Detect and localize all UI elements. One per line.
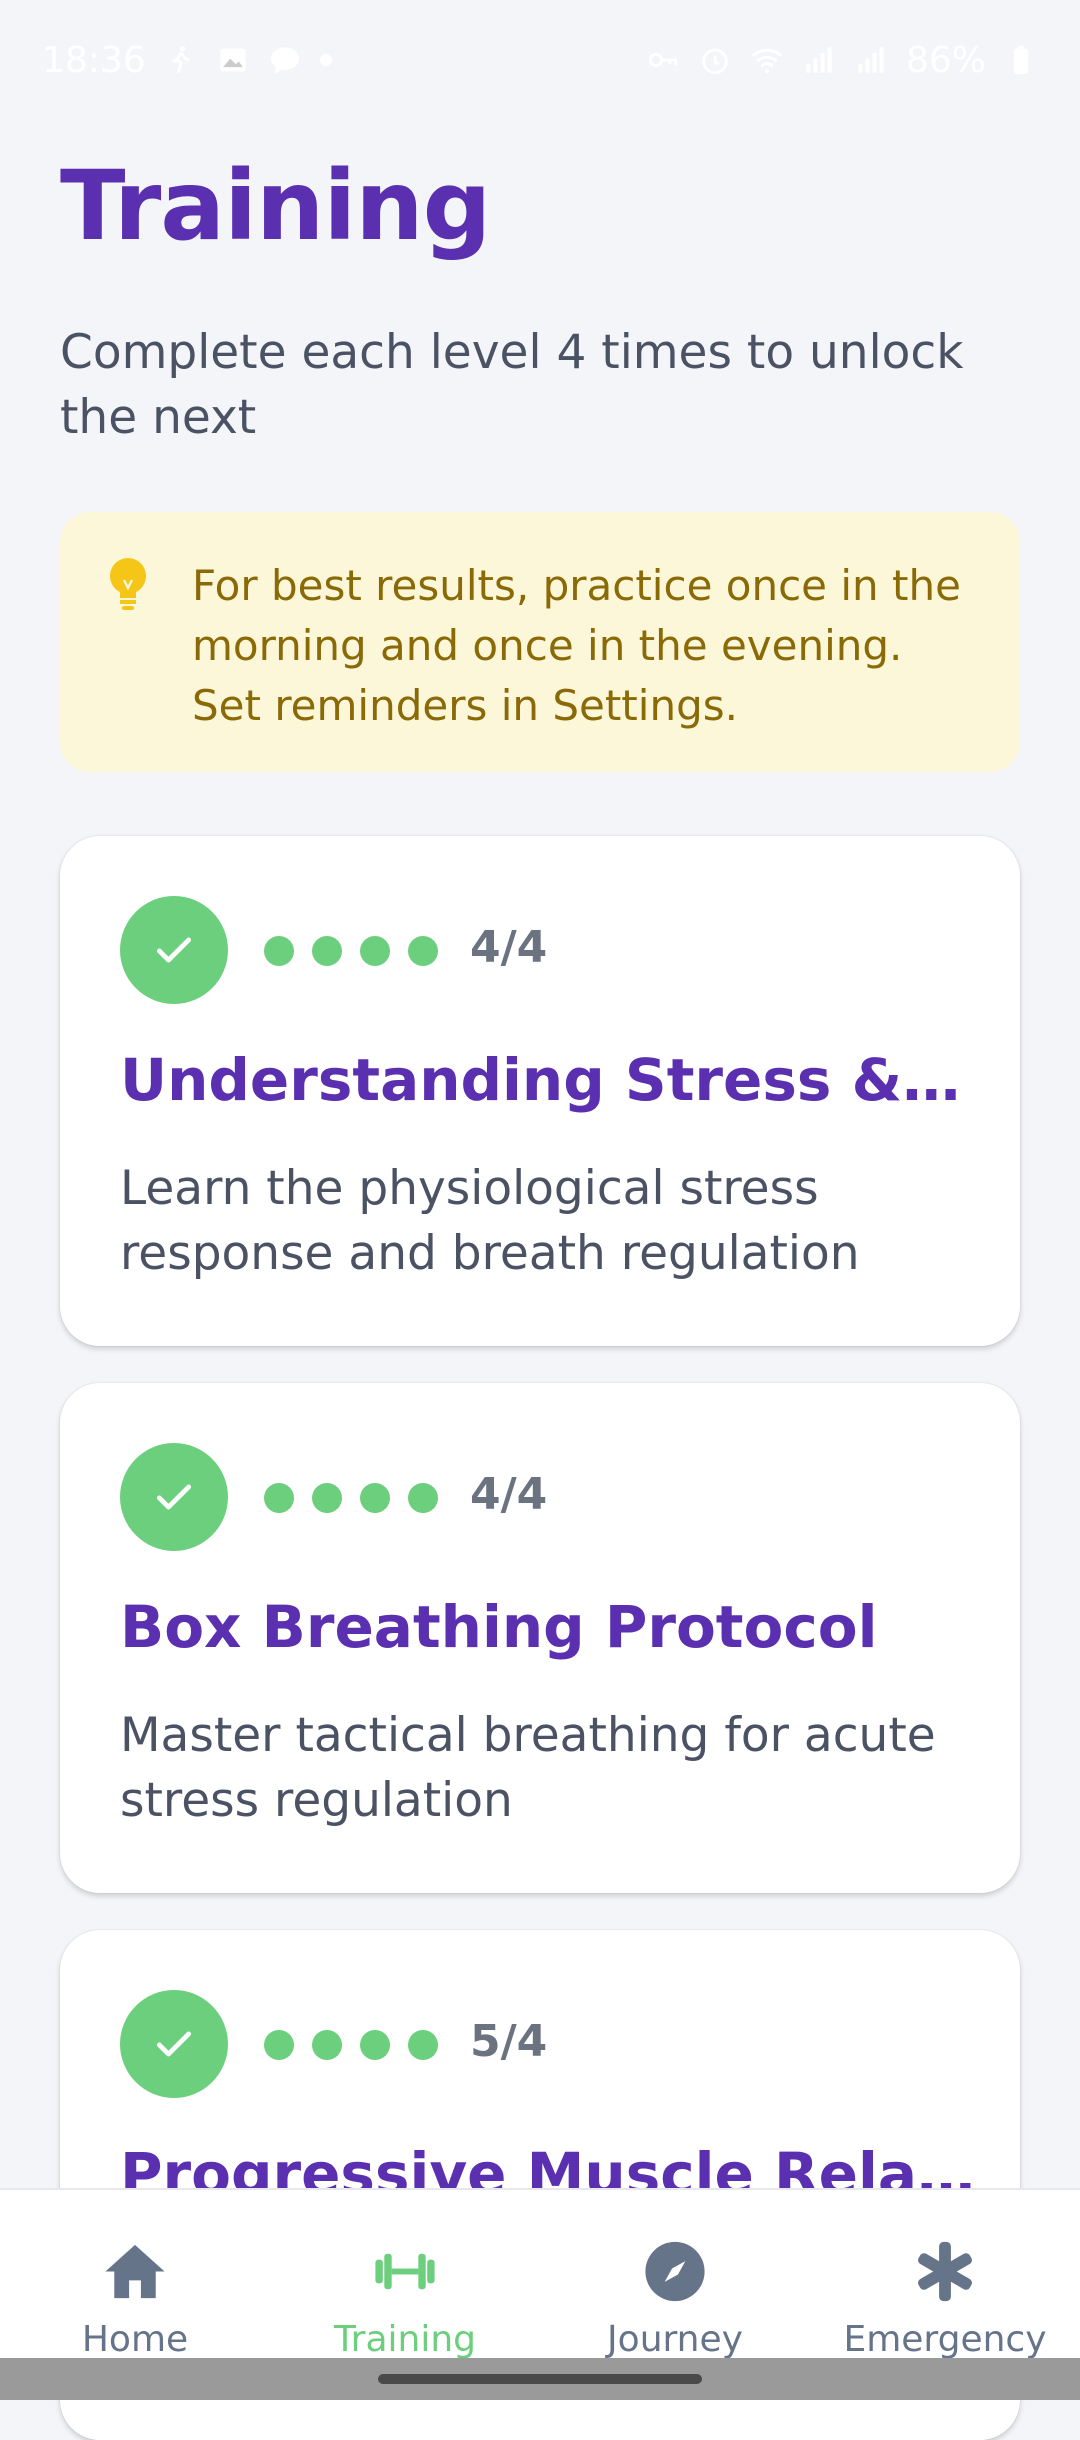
progress-dot: [312, 936, 342, 966]
progress-dot: [360, 2030, 390, 2060]
progress-count: 4/4: [470, 1469, 548, 1520]
nav-label: Training: [333, 2319, 477, 2360]
asterisk-icon: [918, 2241, 972, 2302]
progress-dot: [264, 1483, 294, 1513]
battery-percent: 86%: [905, 39, 986, 81]
lightbulb-icon: [110, 558, 146, 610]
chat-icon: [270, 47, 299, 75]
nav-item-emergency[interactable]: Emergency: [810, 2190, 1080, 2360]
walk-icon: [171, 45, 190, 74]
status-bar: 18:36 86%: [0, 0, 1080, 120]
dumbbell-icon: [375, 2253, 435, 2290]
level-title: Box Breathing Protocol: [120, 1593, 878, 1661]
nav-item-journey[interactable]: Journey: [540, 2190, 810, 2360]
status-time: 18:36: [42, 39, 146, 81]
wifi-icon: [751, 48, 783, 74]
progress-count: 5/4: [470, 2016, 548, 2067]
level-card[interactable]: 4/4 Understanding Stress & Breathing Lea…: [60, 836, 1020, 1346]
home-icon: [105, 2244, 165, 2299]
progress-dots: [264, 936, 438, 966]
progress-count: 4/4: [470, 922, 548, 973]
completed-check-badge: [120, 896, 228, 1004]
progress-dot: [408, 2030, 438, 2060]
signal-icon-1: [806, 47, 832, 73]
level-description: Master tactical breathing for acute stre…: [120, 1708, 936, 1828]
progress-dots: [264, 2030, 438, 2060]
progress-dot: [312, 1483, 342, 1513]
gesture-handle[interactable]: [378, 2374, 702, 2384]
bottom-nav: Home Training Journey Emergency: [0, 2188, 1080, 2360]
level-title: Understanding Stress & Breathing: [120, 1046, 980, 1114]
page-title: Training: [60, 150, 491, 262]
image-icon: [220, 48, 246, 72]
key-icon: [648, 52, 678, 68]
progress-dots: [264, 1483, 438, 1513]
check-icon: [156, 2031, 192, 2057]
page-subtitle: Complete each level 4 times to unlock th…: [60, 325, 964, 445]
progress-dot: [408, 936, 438, 966]
tip-banner: For best results, practice once in the m…: [60, 512, 1020, 772]
nav-label: Emergency: [843, 2319, 1047, 2360]
progress-dot: [360, 936, 390, 966]
completed-check-badge: [120, 1443, 228, 1551]
dot-icon: [319, 54, 332, 66]
progress-dot: [408, 1483, 438, 1513]
battery-icon: [1013, 45, 1029, 75]
nav-item-training[interactable]: Training: [270, 2190, 540, 2360]
nav-label: Home: [81, 2319, 189, 2360]
compass-icon: [645, 2241, 705, 2302]
tip-text: For best results, practice once in the m…: [192, 561, 961, 730]
progress-dot: [264, 936, 294, 966]
completed-check-badge: [120, 1990, 228, 2098]
status-bar-right: 86%: [646, 40, 1038, 81]
level-card[interactable]: 4/4 Box Breathing Protocol Master tactic…: [60, 1383, 1020, 1893]
nav-label: Journey: [607, 2319, 743, 2360]
status-bar-left: 18:36: [42, 40, 332, 81]
level-description: Learn the physiological stress response …: [120, 1161, 860, 1281]
signal-icon-2: [858, 47, 884, 73]
check-icon: [156, 937, 192, 963]
gesture-bar: [0, 2358, 1080, 2400]
progress-dot: [360, 1483, 390, 1513]
alarm-icon: [702, 48, 728, 75]
progress-dot: [312, 2030, 342, 2060]
progress-dot: [264, 2030, 294, 2060]
check-icon: [156, 1484, 192, 1510]
nav-item-home[interactable]: Home: [0, 2190, 270, 2360]
